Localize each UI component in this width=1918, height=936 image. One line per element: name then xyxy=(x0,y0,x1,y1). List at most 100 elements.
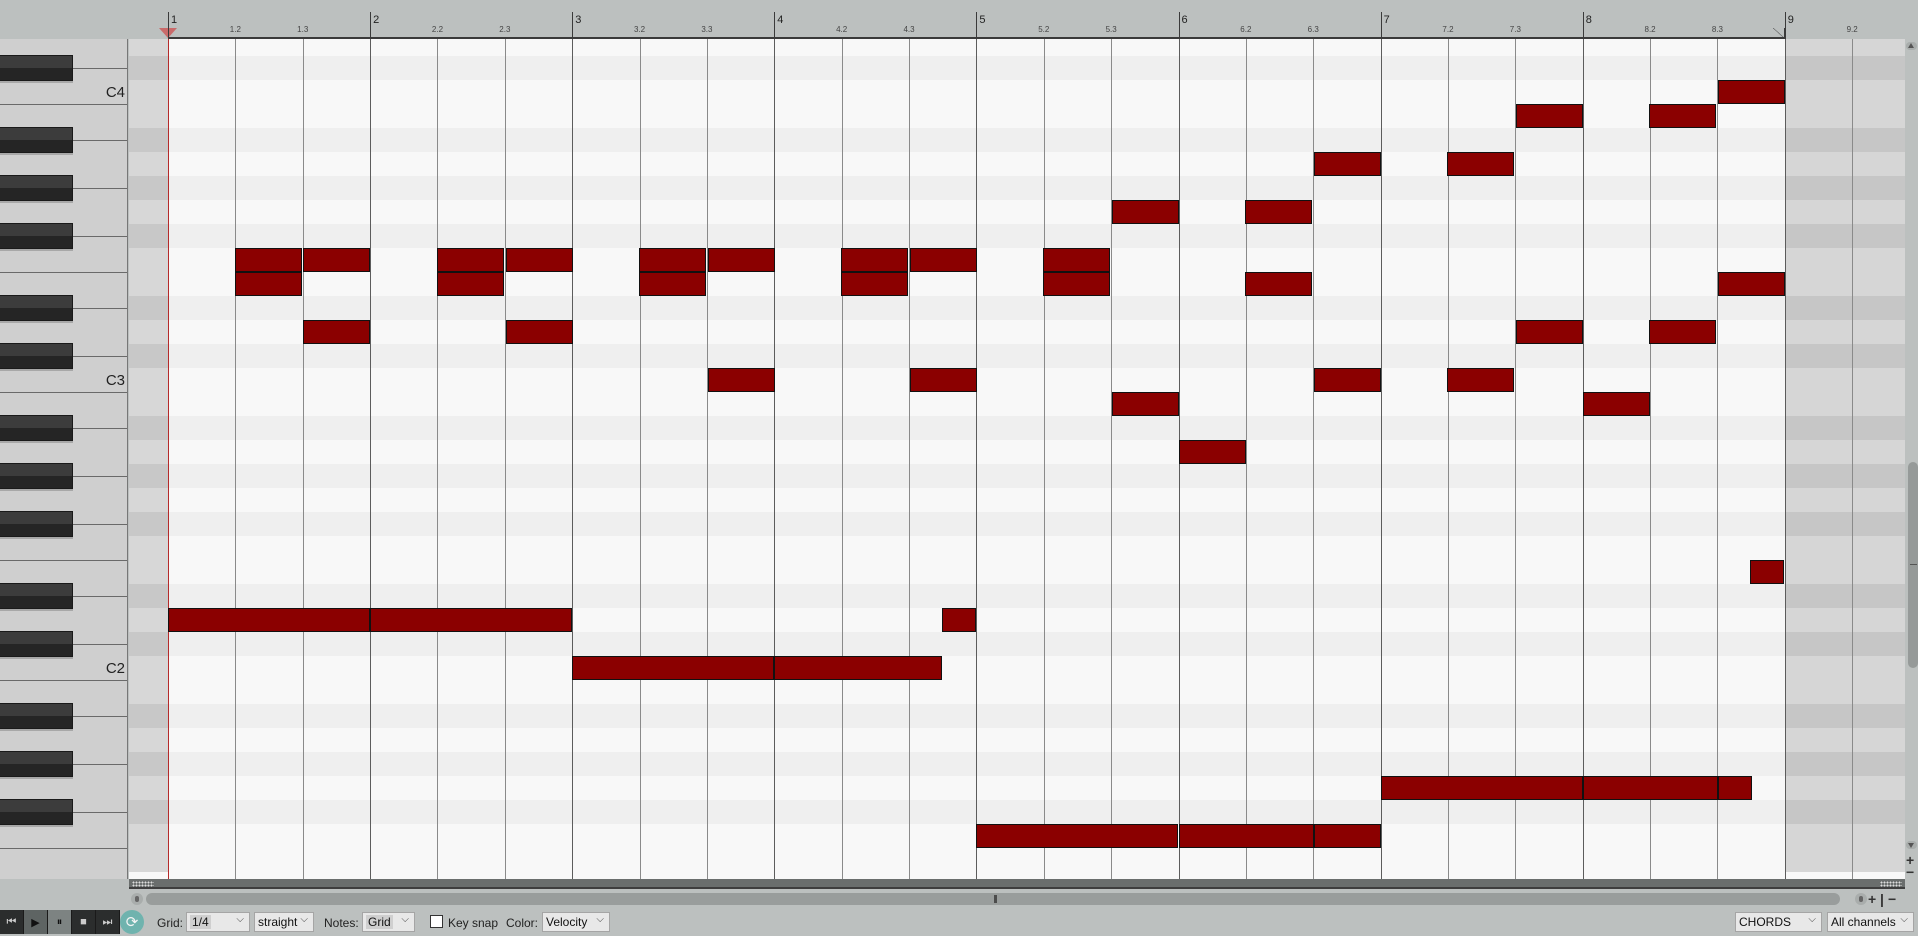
pitch-row[interactable] xyxy=(129,272,1905,296)
pitch-row[interactable] xyxy=(129,224,1905,248)
midi-note[interactable] xyxy=(1043,272,1110,296)
midi-note[interactable] xyxy=(1447,368,1514,392)
pitch-row[interactable] xyxy=(129,488,1905,512)
pitch-row[interactable] xyxy=(129,344,1905,368)
midi-note[interactable] xyxy=(708,248,775,272)
pitch-row[interactable] xyxy=(129,464,1905,488)
midi-note[interactable] xyxy=(1516,320,1583,344)
pitch-row[interactable] xyxy=(129,176,1905,200)
black-key[interactable] xyxy=(0,343,73,369)
black-key[interactable] xyxy=(0,295,73,321)
midi-note[interactable] xyxy=(235,248,302,272)
pitch-row[interactable] xyxy=(129,152,1905,176)
loop-toggle-button[interactable]: ⟳ xyxy=(120,910,144,934)
horizontal-zoom-in-icon[interactable]: + xyxy=(1868,892,1876,906)
pitch-row[interactable] xyxy=(129,56,1905,80)
black-key[interactable] xyxy=(0,703,73,729)
midi-note[interactable] xyxy=(942,608,976,632)
midi-note[interactable] xyxy=(572,656,774,680)
midi-note[interactable] xyxy=(1718,272,1785,296)
midi-note[interactable] xyxy=(303,248,370,272)
midi-note[interactable] xyxy=(841,248,908,272)
midi-note[interactable] xyxy=(1314,368,1381,392)
midi-note[interactable] xyxy=(1718,80,1785,104)
midi-note[interactable] xyxy=(1583,776,1718,800)
midi-note[interactable] xyxy=(1649,104,1716,128)
chord-mode-dropdown[interactable]: CHORDS ⌵ xyxy=(1735,912,1822,932)
key-snap-checkbox[interactable] xyxy=(430,915,443,928)
midi-note[interactable] xyxy=(1043,248,1110,272)
key-snap-label[interactable]: Key snap xyxy=(448,916,498,930)
midi-note[interactable] xyxy=(506,248,573,272)
midi-note[interactable] xyxy=(1112,392,1179,416)
scroll-right-button[interactable] xyxy=(1855,893,1867,905)
pitch-row[interactable] xyxy=(129,680,1905,704)
black-key[interactable] xyxy=(0,799,73,825)
pitch-row[interactable] xyxy=(129,248,1905,272)
pitch-row[interactable] xyxy=(129,752,1905,776)
midi-note[interactable] xyxy=(303,320,370,344)
black-key[interactable] xyxy=(0,223,73,249)
pitch-row[interactable] xyxy=(129,728,1905,752)
midi-note[interactable] xyxy=(437,248,504,272)
skip-to-end-button[interactable]: ⏭ xyxy=(96,910,120,934)
pitch-row[interactable] xyxy=(129,440,1905,464)
black-key[interactable] xyxy=(0,463,73,489)
timeline-ruler[interactable]: 1 1.2 1.3 2 2.2 2.3 3 3.2 3.3 4 4.2 4.3 5 5.2 5.3 6 6.2 6… xyxy=(0,0,1918,39)
piano-keyboard[interactable]: C4 C3 C2 xyxy=(0,39,128,879)
notes-snap-dropdown[interactable]: Grid ⌵ xyxy=(362,912,415,932)
pitch-row[interactable] xyxy=(129,416,1905,440)
pitch-row[interactable] xyxy=(129,104,1905,128)
midi-note[interactable] xyxy=(235,272,302,296)
midi-note[interactable] xyxy=(1516,104,1583,128)
pitch-row[interactable] xyxy=(129,200,1905,224)
black-key[interactable] xyxy=(0,751,73,777)
pitch-row[interactable] xyxy=(129,296,1905,320)
midi-note[interactable] xyxy=(437,272,504,296)
grid-size-dropdown[interactable]: 1/4 ⌵ xyxy=(186,912,250,932)
midi-note[interactable] xyxy=(168,608,370,632)
grid-type-dropdown[interactable]: straight ⌵ xyxy=(254,912,314,932)
stop-button[interactable]: ■ xyxy=(72,910,96,934)
pitch-row[interactable] xyxy=(129,632,1905,656)
vertical-scrollbar[interactable]: + − xyxy=(1905,39,1918,879)
scroll-left-button[interactable] xyxy=(131,893,143,905)
pitch-row[interactable] xyxy=(129,128,1905,152)
pause-button[interactable]: ⏸ xyxy=(48,910,72,934)
horizontal-scrollbar[interactable] xyxy=(146,893,1840,905)
midi-note[interactable] xyxy=(1718,776,1752,800)
loop-end-marker[interactable] xyxy=(1773,28,1785,38)
midi-note[interactable] xyxy=(774,656,942,680)
vertical-zoom-out-icon[interactable]: − xyxy=(1906,865,1914,879)
note-grid[interactable] xyxy=(129,39,1905,879)
midi-note[interactable] xyxy=(1179,824,1314,848)
black-key[interactable] xyxy=(0,511,73,537)
midi-note[interactable] xyxy=(370,608,572,632)
midi-note[interactable] xyxy=(1112,200,1179,224)
channel-dropdown[interactable]: All channels ⌵ xyxy=(1827,912,1914,932)
midi-note[interactable] xyxy=(1583,392,1650,416)
black-key[interactable] xyxy=(0,175,73,201)
midi-note[interactable] xyxy=(1381,776,1583,800)
black-key[interactable] xyxy=(0,415,73,441)
scroll-up-button[interactable] xyxy=(1906,42,1917,50)
pitch-row[interactable] xyxy=(129,80,1905,104)
midi-note[interactable] xyxy=(506,320,573,344)
midi-note[interactable] xyxy=(639,248,706,272)
scroll-down-button[interactable] xyxy=(1906,841,1917,849)
midi-note[interactable] xyxy=(1179,440,1246,464)
midi-note[interactable] xyxy=(708,368,775,392)
midi-note[interactable] xyxy=(841,272,908,296)
midi-note[interactable] xyxy=(1314,824,1381,848)
pitch-row[interactable] xyxy=(129,536,1905,560)
skip-to-start-button[interactable]: ⏮ xyxy=(0,910,24,934)
pitch-row[interactable] xyxy=(129,584,1905,608)
pitch-row[interactable] xyxy=(129,848,1905,872)
play-button[interactable]: ▶ xyxy=(24,910,48,934)
midi-note[interactable] xyxy=(1750,560,1784,584)
color-mode-dropdown[interactable]: Velocity ⌵ xyxy=(542,912,610,932)
pitch-row[interactable] xyxy=(129,512,1905,536)
resize-grip-icon[interactable] xyxy=(132,881,154,887)
resize-grip-icon[interactable] xyxy=(1880,881,1902,887)
pitch-row[interactable] xyxy=(129,320,1905,344)
